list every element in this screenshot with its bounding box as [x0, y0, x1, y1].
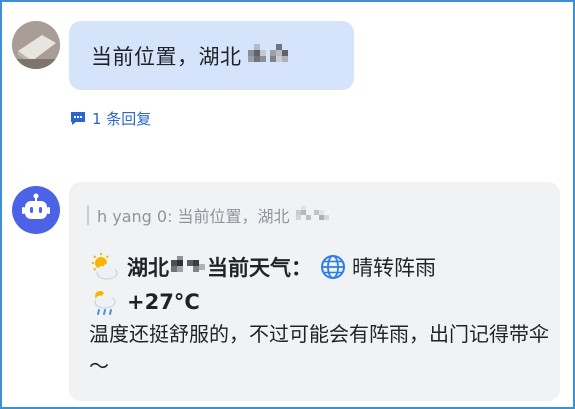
comment-icon: [71, 111, 85, 125]
temperature-value: +27°C: [127, 290, 200, 314]
sun-behind-cloud-icon: [92, 253, 118, 280]
reply-count-label: 1 条回复: [92, 109, 152, 128]
redacted-location-mosaic: [295, 206, 329, 220]
weather-condition: 晴转阵雨: [352, 256, 436, 280]
redacted-location-mosaic: [171, 256, 205, 272]
robot-icon: [22, 193, 50, 219]
quoted-message-text: h yang 0: 当前位置，湖北: [97, 207, 290, 226]
user-message-text: 当前位置，湖北: [91, 44, 242, 69]
bot-message-bubble: h yang 0: 当前位置，湖北 湖北 当前天气： 晴转阵雨 +27°C 温度…: [69, 182, 560, 401]
chat-thread-panel: 当前位置，湖北 1 条回复 h yang 0: 当前位置，湖北 湖北 当前天气：…: [0, 0, 575, 409]
thread-reply-link[interactable]: 1 条回复: [70, 108, 151, 128]
user-avatar[interactable]: [12, 21, 60, 69]
user-message-bubble: 当前位置，湖北: [69, 21, 354, 90]
quoted-message[interactable]: h yang 0: 当前位置，湖北: [87, 205, 332, 226]
sun-behind-rain-cloud-icon: [94, 291, 116, 315]
weather-header-line: 湖北 当前天气： 晴转阵雨: [89, 250, 436, 284]
globe-icon: [321, 255, 345, 279]
weather-location: 湖北: [127, 256, 169, 280]
temperature-line: +27°C: [89, 285, 200, 319]
bot-avatar[interactable]: [12, 186, 60, 234]
weather-title: 当前天气：: [207, 256, 312, 280]
redacted-location-mosaic: [247, 43, 288, 62]
user-avatar-image: [12, 21, 60, 69]
weather-comment: 温度还挺舒服的，不过可能会有阵雨，出门记得带伞～: [89, 322, 549, 378]
